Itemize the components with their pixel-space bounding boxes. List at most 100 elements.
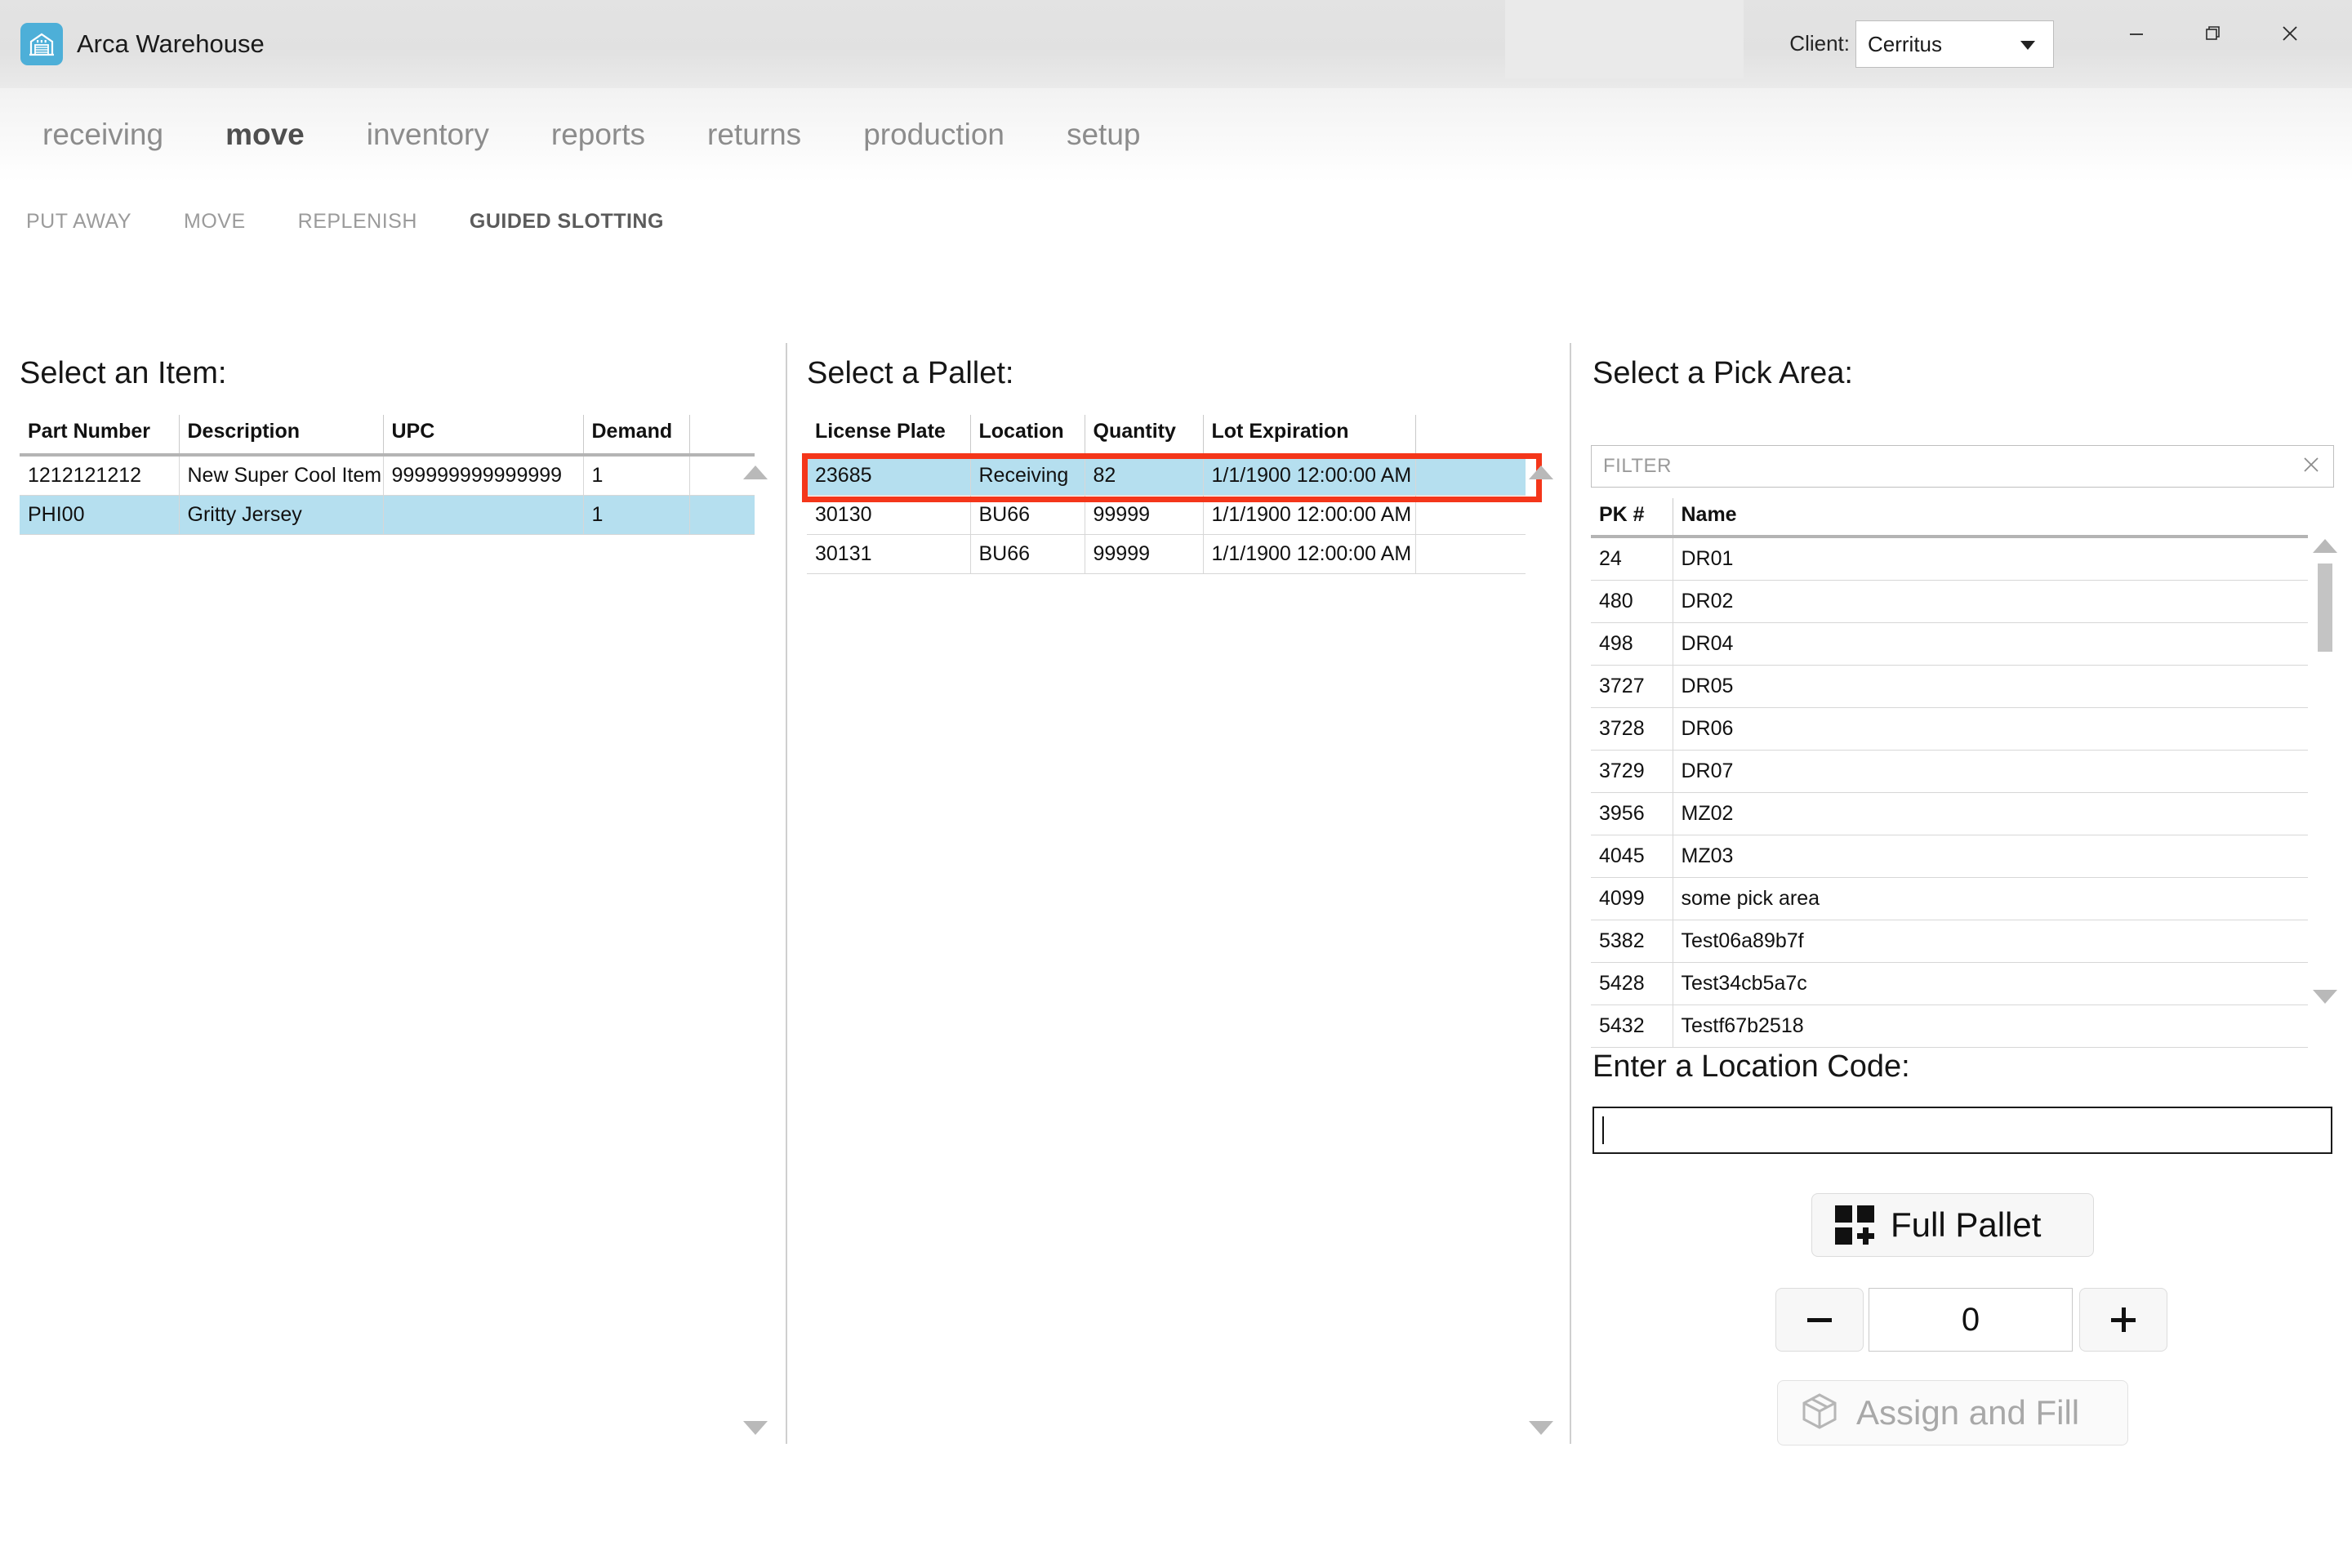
app-title: Arca Warehouse (77, 29, 265, 58)
item-col-upc[interactable]: UPC (383, 415, 584, 457)
nav-item-receiving[interactable]: receiving (39, 118, 167, 152)
maximize-button[interactable] (2179, 8, 2247, 59)
clear-x-icon[interactable] (2301, 454, 2322, 479)
table-row[interactable]: 23685 Receiving 82 1/1/1900 12:00:00 AM (807, 455, 1526, 496)
pick-cell-name: DR07 (1673, 750, 2308, 793)
pick-area-header-row: PK # Name (1591, 498, 2308, 538)
pick-col-name[interactable]: Name (1673, 498, 2308, 538)
pick-col-pk[interactable]: PK # (1591, 498, 1673, 538)
pallet-cell-location: Receiving (970, 455, 1085, 496)
item-scroll-up-arrow[interactable] (743, 466, 768, 479)
quantity-stepper[interactable]: 0 (1869, 1288, 2073, 1352)
table-row[interactable]: 30131 BU66 99999 1/1/1900 12:00:00 AM (807, 534, 1526, 574)
pallet-scroll-down-arrow[interactable] (1529, 1421, 1553, 1435)
item-cell-demand: 1 (583, 455, 690, 496)
pick-area-panel-title: Select a Pick Area: (1592, 356, 1853, 390)
pallet-col-license-plate[interactable]: License Plate (807, 415, 971, 457)
pallet-cell-location: BU66 (970, 495, 1085, 535)
pick-area-scroll-up-arrow[interactable] (2313, 539, 2337, 553)
pick-cell-name: Test34cb5a7c (1673, 962, 2308, 1005)
minimize-button[interactable] (2102, 8, 2171, 59)
pallet-scroll-up-arrow[interactable] (1529, 466, 1553, 479)
main-navigation: receiving move inventory reports returns… (0, 88, 2352, 181)
title-bar-panel (1505, 0, 1744, 78)
nav-item-setup[interactable]: setup (1063, 118, 1144, 152)
list-item[interactable]: 3729 DR07 (1591, 750, 2308, 793)
item-cell-demand: 1 (583, 495, 690, 535)
client-dropdown-value: Cerritus (1868, 31, 1943, 56)
pick-cell-name: MZ03 (1673, 835, 2308, 878)
pick-area-scrollbar-thumb[interactable] (2318, 564, 2332, 652)
item-cell-part-number: PHI00 (20, 495, 180, 535)
assign-and-fill-button[interactable]: Assign and Fill (1777, 1380, 2128, 1446)
item-table-header-row: Part Number Description UPC Demand (20, 415, 755, 457)
pick-area-filter-placeholder: FILTER (1603, 455, 1672, 477)
list-item[interactable]: 24 DR01 (1591, 537, 2308, 581)
pallet-col-quantity[interactable]: Quantity (1085, 415, 1204, 457)
text-cursor (1602, 1116, 1604, 1144)
pallet-cell-quantity: 99999 (1085, 534, 1204, 574)
full-pallet-button[interactable]: Full Pallet (1811, 1193, 2094, 1257)
pallet-col-location[interactable]: Location (970, 415, 1085, 457)
nav-item-move[interactable]: move (222, 118, 308, 152)
nav-item-reports[interactable]: reports (548, 118, 648, 152)
pick-cell-name: Test06a89b7f (1673, 920, 2308, 963)
list-item[interactable]: 480 DR02 (1591, 580, 2308, 623)
location-code-input[interactable] (1592, 1107, 2332, 1154)
item-cell-description: Gritty Jersey (179, 495, 384, 535)
pallet-cell-blank (1415, 455, 1526, 496)
list-item[interactable]: 3956 MZ02 (1591, 792, 2308, 835)
pallet-col-blank[interactable] (1415, 415, 1526, 457)
pallet-cell-blank (1415, 534, 1526, 574)
list-item[interactable]: 4099 some pick area (1591, 877, 2308, 920)
pick-cell-pk: 3728 (1591, 707, 1673, 751)
pallet-cell-license-plate: 23685 (807, 455, 971, 496)
item-col-demand[interactable]: Demand (583, 415, 690, 457)
table-row[interactable]: 1212121212 New Super Cool Item 999999999… (20, 455, 755, 496)
nav-item-production[interactable]: production (860, 118, 1008, 152)
full-pallet-label: Full Pallet (1891, 1205, 2042, 1244)
subnav-item-put-away[interactable]: PUT AWAY (20, 210, 138, 234)
pick-cell-pk: 24 (1591, 537, 1673, 581)
subnav-item-replenish[interactable]: REPLENISH (292, 210, 424, 234)
pallet-table: License Plate Location Quantity Lot Expi… (807, 415, 1526, 574)
subnav-item-guided-slotting[interactable]: GUIDED SLOTTING (463, 210, 670, 234)
table-row[interactable]: PHI00 Gritty Jersey 1 (20, 495, 755, 535)
item-col-blank[interactable] (689, 415, 755, 457)
list-item[interactable]: 4045 MZ03 (1591, 835, 2308, 878)
list-item[interactable]: 498 DR04 (1591, 622, 2308, 666)
list-item[interactable]: 5432 Testf67b2518 (1591, 1004, 2308, 1048)
nav-item-inventory[interactable]: inventory (363, 118, 492, 152)
pallet-cell-license-plate: 30131 (807, 534, 971, 574)
item-table: Part Number Description UPC Demand 12121… (20, 415, 755, 535)
subnav-item-move[interactable]: MOVE (177, 210, 252, 234)
list-item[interactable]: 5428 Test34cb5a7c (1591, 962, 2308, 1005)
item-scroll-down-arrow[interactable] (743, 1421, 768, 1435)
item-col-description[interactable]: Description (179, 415, 384, 457)
quantity-increment-button[interactable] (2079, 1288, 2167, 1352)
item-panel-title: Select an Item: (20, 356, 227, 390)
pick-cell-name: DR04 (1673, 622, 2308, 666)
pallet-col-lot-expiration[interactable]: Lot Expiration (1203, 415, 1416, 457)
pick-cell-name: Testf67b2518 (1673, 1004, 2308, 1048)
list-item[interactable]: 5382 Test06a89b7f (1591, 920, 2308, 963)
chevron-down-icon (2020, 41, 2035, 50)
pick-cell-name: DR05 (1673, 665, 2308, 708)
quantity-decrement-button[interactable] (1775, 1288, 1864, 1352)
pick-area-scroll-down-arrow[interactable] (2313, 990, 2337, 1004)
panel-divider-right (1570, 343, 1571, 1444)
pick-cell-pk: 3729 (1591, 750, 1673, 793)
pick-area-filter-input[interactable]: FILTER (1591, 445, 2334, 488)
warehouse-icon (20, 23, 63, 65)
table-row[interactable]: 30130 BU66 99999 1/1/1900 12:00:00 AM (807, 495, 1526, 535)
pick-cell-pk: 5428 (1591, 962, 1673, 1005)
pick-cell-pk: 498 (1591, 622, 1673, 666)
list-item[interactable]: 3728 DR06 (1591, 707, 2308, 751)
nav-item-returns[interactable]: returns (704, 118, 804, 152)
close-button[interactable] (2256, 8, 2324, 59)
pallet-cell-license-plate: 30130 (807, 495, 971, 535)
list-item[interactable]: 3727 DR05 (1591, 665, 2308, 708)
pick-cell-pk: 4045 (1591, 835, 1673, 878)
client-dropdown[interactable]: Cerritus (1855, 20, 2054, 68)
item-col-part-number[interactable]: Part Number (20, 415, 180, 457)
